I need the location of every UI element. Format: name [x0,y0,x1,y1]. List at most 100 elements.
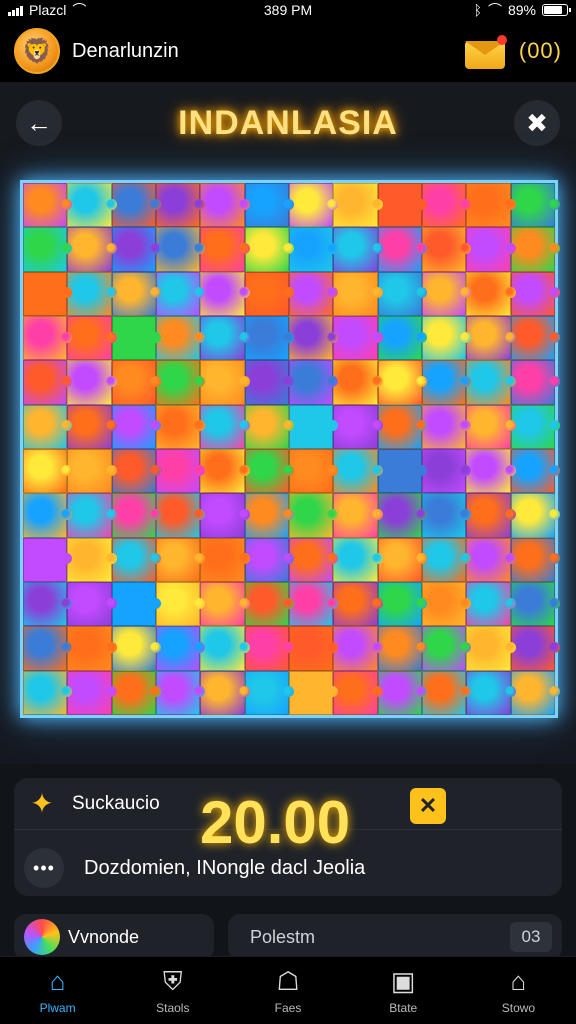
puzzle-piece[interactable] [421,315,472,361]
puzzle-piece[interactable] [288,271,339,316]
tab-home[interactable]: ⌂ Plwam [0,957,115,1024]
puzzle-piece[interactable] [111,493,162,538]
puzzle-piece[interactable] [111,448,162,494]
tab-house[interactable]: ☖ Faes [230,957,345,1024]
puzzle-piece[interactable] [244,581,295,627]
puzzle-piece[interactable] [67,271,118,316]
puzzle-piece[interactable] [510,493,561,538]
puzzle-piece[interactable] [23,271,73,316]
puzzle-piece[interactable] [510,227,561,272]
puzzle-piece[interactable] [421,448,472,494]
puzzle-piece[interactable] [23,315,73,361]
puzzle-piece[interactable] [288,670,339,715]
puzzle-piece[interactable] [244,315,295,361]
puzzle-piece[interactable] [67,360,118,405]
puzzle-piece[interactable] [155,537,206,582]
puzzle-piece[interactable] [510,626,561,671]
puzzle-piece[interactable] [111,271,162,316]
puzzle-piece[interactable] [377,183,428,228]
puzzle-piece[interactable] [510,404,561,449]
puzzle-piece[interactable] [200,581,251,627]
puzzle-piece[interactable] [23,581,73,627]
puzzle-piece[interactable] [244,183,295,228]
puzzle-piece[interactable] [288,493,339,538]
puzzle-piece[interactable] [288,404,339,449]
puzzle-piece[interactable] [155,670,206,715]
puzzle-piece[interactable] [377,626,428,671]
puzzle-piece[interactable] [421,626,472,671]
puzzle-piece[interactable] [288,626,339,671]
tab-chart[interactable]: ▣ Btate [346,957,461,1024]
puzzle-piece[interactable] [67,537,118,582]
puzzle-piece[interactable] [333,493,384,538]
puzzle-piece[interactable] [377,404,428,449]
puzzle-piece[interactable] [200,271,251,316]
puzzle-piece[interactable] [333,227,384,272]
puzzle-piece[interactable] [421,581,472,627]
puzzle-piece[interactable] [333,626,384,671]
tab-shield[interactable]: ⛨ Staols [115,957,230,1024]
puzzle-piece[interactable] [333,670,384,715]
puzzle-piece[interactable] [466,581,517,627]
puzzle-piece[interactable] [244,404,295,449]
puzzle-piece[interactable] [155,271,206,316]
puzzle-piece[interactable] [200,404,251,449]
puzzle-piece[interactable] [510,448,561,494]
puzzle-piece[interactable] [288,537,339,582]
puzzle-piece[interactable] [23,183,73,228]
puzzle-piece[interactable] [23,670,73,715]
puzzle-piece[interactable] [67,404,118,449]
puzzle-piece[interactable] [466,448,517,494]
puzzle-piece[interactable] [510,183,561,228]
puzzle-piece[interactable] [466,360,517,405]
close-score-button[interactable]: ✕ [410,788,446,824]
puzzle-piece[interactable] [244,670,295,715]
puzzle-piece[interactable] [200,315,251,361]
puzzle-piece[interactable] [466,626,517,671]
puzzle-piece[interactable] [377,537,428,582]
puzzle-piece[interactable] [377,360,428,405]
puzzle-piece[interactable] [244,626,295,671]
puzzle-piece[interactable] [111,183,162,228]
puzzle-piece[interactable] [200,493,251,538]
puzzle-piece[interactable] [23,626,73,671]
puzzle-piece[interactable] [377,227,428,272]
puzzle-piece[interactable] [421,183,472,228]
puzzle-piece[interactable] [155,183,206,228]
puzzle-piece[interactable] [333,315,384,361]
puzzle-piece[interactable] [466,493,517,538]
left-card[interactable]: Vvnonde [14,914,214,960]
puzzle-piece[interactable] [155,581,206,627]
dots-icon[interactable]: ••• [24,848,64,888]
puzzle-piece[interactable] [111,626,162,671]
puzzle-piece[interactable] [67,626,118,671]
puzzle-piece[interactable] [111,537,162,582]
puzzle-piece[interactable] [466,227,517,272]
mail-button[interactable] [464,33,507,69]
puzzle-piece[interactable] [155,493,206,538]
puzzle-piece[interactable] [67,227,118,272]
puzzle-piece[interactable] [111,404,162,449]
puzzle-piece[interactable] [244,448,295,494]
puzzle-piece[interactable] [421,493,472,538]
puzzle-piece[interactable] [155,227,206,272]
puzzle-piece[interactable] [288,448,339,494]
puzzle-piece[interactable] [510,581,561,627]
puzzle-piece[interactable] [466,315,517,361]
right-card[interactable]: Polestm 03 [228,914,562,960]
puzzle-piece[interactable] [200,626,251,671]
puzzle-piece[interactable] [333,581,384,627]
puzzle-piece[interactable] [333,183,384,228]
avatar[interactable]: 🦁 [14,28,60,74]
puzzle-piece[interactable] [421,537,472,582]
puzzle-piece[interactable] [23,404,73,449]
puzzle-piece[interactable] [421,227,472,272]
puzzle-piece[interactable] [200,183,251,228]
puzzle-piece[interactable] [466,183,517,228]
puzzle-piece[interactable] [111,227,162,272]
puzzle-piece[interactable] [466,404,517,449]
puzzle-piece[interactable] [288,227,339,272]
puzzle-piece[interactable] [23,493,73,538]
puzzle-piece[interactable] [377,670,428,715]
puzzle-piece[interactable] [377,448,428,494]
